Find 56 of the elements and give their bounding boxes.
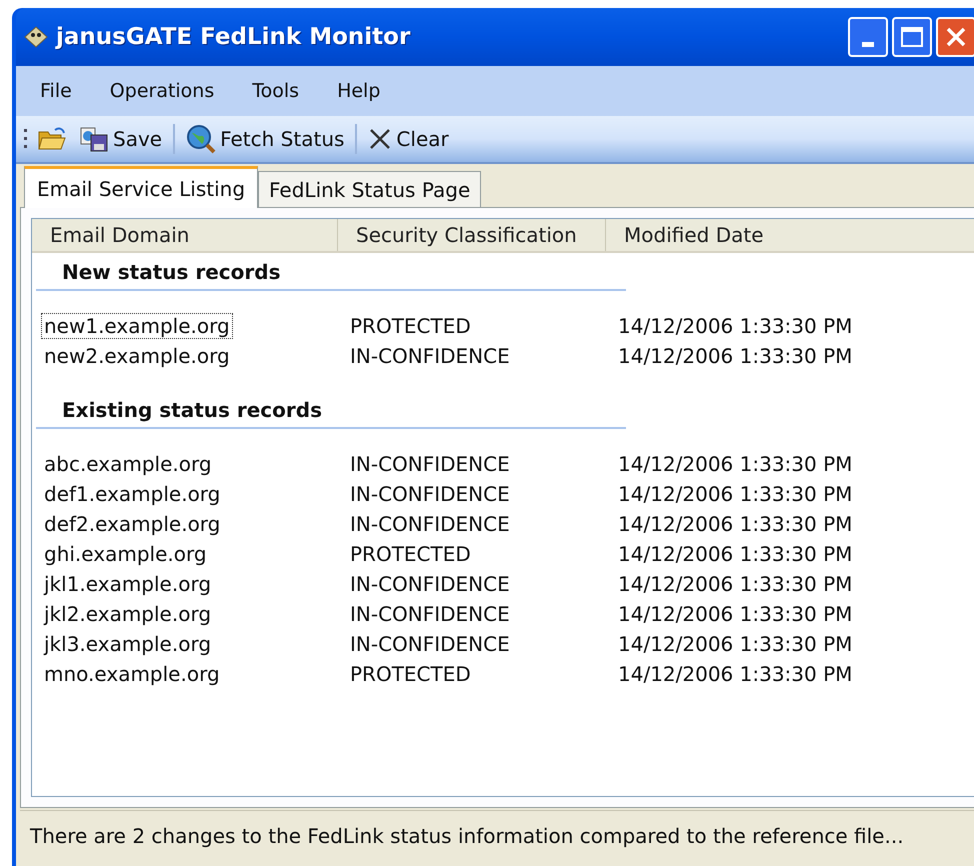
table-cell-text: 14/12/2006 1:33:30 PM — [617, 572, 854, 596]
minimize-button[interactable] — [848, 17, 888, 57]
table-cell-text: PROTECTED — [349, 314, 472, 338]
table-cell[interactable]: def1.example.org — [42, 482, 222, 506]
fetch-button[interactable]: Fetch Status — [183, 119, 348, 159]
table-cell-text: 14/12/2006 1:33:30 PM — [617, 344, 854, 368]
floppy-disk-icon — [79, 126, 109, 152]
toolbar-grip-icon — [24, 128, 28, 150]
maximize-button[interactable] — [892, 17, 932, 57]
table-cell-text: 14/12/2006 1:33:30 PM — [617, 452, 854, 476]
column-header[interactable]: Modified Date — [606, 219, 974, 251]
status-text: There are 2 changes to the FedLink status information compared to the reference file... — [30, 822, 904, 850]
close-button[interactable] — [936, 17, 974, 57]
table-cell-text: IN-CONFIDENCE — [349, 632, 511, 656]
column-header[interactable]: Email Domain — [32, 219, 338, 251]
close-icon — [945, 26, 967, 48]
table-cell-text: 14/12/2006 1:33:30 PM — [617, 512, 854, 536]
table-cell[interactable]: new2.example.org — [42, 344, 232, 368]
table-cell-text: 14/12/2006 1:33:30 PM — [617, 482, 854, 506]
menu-item[interactable]: File — [40, 76, 72, 106]
table-cell[interactable]: jkl1.example.org — [42, 572, 214, 596]
menu-item[interactable]: Operations — [110, 76, 214, 106]
window-title: janusGATE FedLink Monitor — [56, 22, 410, 52]
table-cell-text: IN-CONFIDENCE — [349, 602, 511, 626]
tab[interactable]: Email Service Listing — [24, 166, 258, 208]
table-cell-text: 14/12/2006 1:33:30 PM — [617, 542, 854, 566]
clear-button[interactable]: Clear — [365, 119, 452, 159]
table-cell[interactable]: jkl2.example.org — [42, 602, 214, 626]
table-cell-text: PROTECTED — [349, 542, 472, 566]
table-cell-text: IN-CONFIDENCE — [349, 452, 511, 476]
table-cell-text: IN-CONFIDENCE — [349, 572, 511, 596]
app-logo-icon — [24, 26, 48, 48]
table-cell-text: 14/12/2006 1:33:30 PM — [617, 602, 854, 626]
table-cell[interactable]: ghi.example.org — [42, 542, 209, 566]
table-cell[interactable]: def2.example.org — [42, 512, 222, 536]
table-cell-text: 14/12/2006 1:33:30 PM — [617, 314, 854, 338]
table-cell-text: IN-CONFIDENCE — [349, 512, 511, 536]
table-cell-text: 14/12/2006 1:33:30 PM — [617, 662, 854, 686]
folder-icon — [37, 126, 67, 152]
save-button[interactable]: Save — [76, 119, 166, 159]
table-cell[interactable]: new1.example.org — [42, 314, 232, 338]
table-cell-text: 14/12/2006 1:33:30 PM — [617, 632, 854, 656]
table-cell-text: IN-CONFIDENCE — [349, 344, 511, 368]
globe-magnifier-icon — [186, 124, 216, 154]
table-cell-text: IN-CONFIDENCE — [349, 482, 511, 506]
menu-item[interactable]: Help — [337, 76, 380, 106]
column-header[interactable]: Security Classification — [338, 219, 606, 251]
tab[interactable]: FedLink Status Page — [258, 171, 482, 207]
menu-item[interactable]: Tools — [252, 76, 300, 106]
table-cell[interactable]: jkl3.example.org — [42, 632, 214, 656]
table-cell[interactable]: abc.example.org — [42, 452, 214, 476]
table-cell-text: PROTECTED — [349, 662, 472, 686]
table-cell[interactable]: mno.example.org — [42, 662, 222, 686]
close-icon — [368, 127, 392, 151]
group-header: Existing status records — [36, 395, 626, 429]
group-header: New status records — [36, 257, 626, 291]
